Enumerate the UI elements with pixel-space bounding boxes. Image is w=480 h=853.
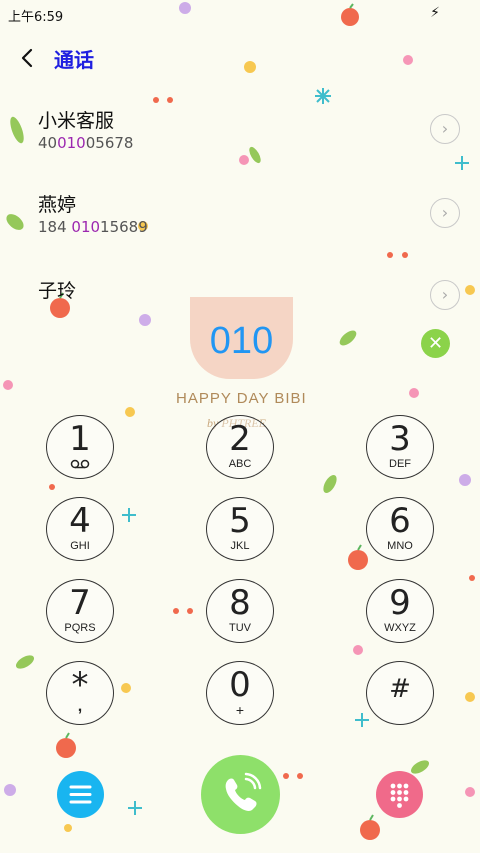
theme-brand-text: HAPPY DAY BIBI <box>176 390 307 407</box>
clear-button[interactable]: ✕ <box>421 329 450 358</box>
contact-detail-button[interactable]: › <box>430 198 460 228</box>
number-match-highlight: 010 <box>57 134 86 152</box>
header: 通话 <box>0 38 480 78</box>
key-0[interactable]: 0 + <box>206 661 274 725</box>
menu-button[interactable] <box>57 771 104 818</box>
key-star[interactable]: * , <box>46 661 114 725</box>
contact-number: 184 01015689 <box>38 218 148 236</box>
chevron-right-icon: › <box>441 119 449 138</box>
voicemail-icon <box>47 458 113 472</box>
chevron-right-icon: › <box>441 285 449 304</box>
key-6[interactable]: 6 MNO <box>366 497 434 561</box>
contact-number: 4001005678 <box>38 134 134 152</box>
contact-row[interactable]: 小米客服 4001005678 › <box>0 100 480 172</box>
status-bar: 上午6:59 ⚡ <box>0 0 480 28</box>
dialpad-icon <box>390 783 409 808</box>
contact-name: 小米客服 <box>38 110 115 132</box>
contact-row[interactable]: 燕婷 184 01015689 › <box>0 184 480 256</box>
dialpad-toggle-button[interactable] <box>376 771 423 818</box>
key-8[interactable]: 8 TUV <box>206 579 274 643</box>
key-4[interactable]: 4 GHI <box>46 497 114 561</box>
key-1[interactable]: 1 <box>46 415 114 479</box>
contact-name: 燕婷 <box>38 194 77 216</box>
call-button[interactable] <box>201 755 280 834</box>
number-match-highlight: 010 <box>71 218 101 236</box>
key-9[interactable]: 9 WXYZ <box>366 579 434 643</box>
status-time: 上午6:59 <box>8 10 64 25</box>
key-5[interactable]: 5 JKL <box>206 497 274 561</box>
key-2[interactable]: 2 ABC <box>206 415 274 479</box>
key-hash[interactable]: # <box>366 661 434 725</box>
back-button[interactable] <box>14 42 42 74</box>
page-title: 通话 <box>54 48 94 72</box>
contact-detail-button[interactable]: › <box>430 114 460 144</box>
contact-name: 子玲 <box>38 280 77 302</box>
menu-icon <box>69 785 92 804</box>
key-3[interactable]: 3 DEF <box>366 415 434 479</box>
key-7[interactable]: 7 PQRS <box>46 579 114 643</box>
contact-detail-button[interactable]: › <box>430 280 460 310</box>
phone-icon <box>225 772 262 811</box>
chevron-left-icon <box>21 48 33 68</box>
chevron-right-icon: › <box>441 203 449 222</box>
dialed-number: 010 <box>209 320 274 362</box>
close-icon: ✕ <box>427 333 444 354</box>
charging-icon: ⚡ <box>430 5 440 21</box>
